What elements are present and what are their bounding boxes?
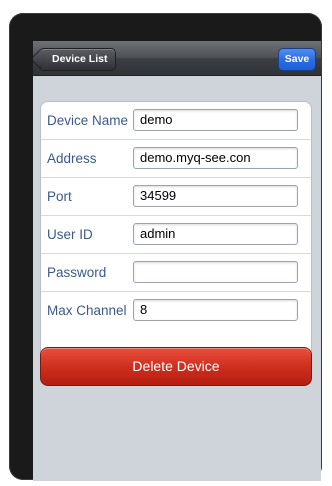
- user-id-input[interactable]: admin: [133, 223, 298, 245]
- user-id-label: User ID: [47, 227, 93, 242]
- user-id-row: User ID admin: [41, 216, 311, 254]
- device-name-label: Device Name: [47, 113, 129, 128]
- screen: Device List Save Device Name demo Addres…: [33, 41, 321, 481]
- max-channel-label: Max Channel: [47, 303, 127, 318]
- port-input[interactable]: 34599: [133, 185, 298, 207]
- save-button[interactable]: Save: [278, 48, 316, 71]
- device-frame: Device List Save Device Name demo Addres…: [9, 13, 322, 481]
- max-channel-input[interactable]: 8: [133, 299, 298, 321]
- delete-device-button[interactable]: Delete Device: [40, 347, 312, 386]
- device-form: Device Name demo Address demo.myq-see.co…: [40, 101, 312, 368]
- address-row: Address demo.myq-see.con: [41, 140, 311, 178]
- port-label: Port: [47, 189, 72, 204]
- navigation-bar: Device List Save: [33, 41, 321, 76]
- device-name-input[interactable]: demo: [133, 109, 298, 131]
- device-name-row: Device Name demo: [41, 102, 311, 140]
- port-row: Port 34599: [41, 178, 311, 216]
- back-button[interactable]: Device List: [39, 48, 117, 71]
- max-channel-row: Max Channel 8: [41, 292, 311, 329]
- password-label: Password: [47, 265, 107, 280]
- password-row: Password: [41, 254, 311, 292]
- address-label: Address: [47, 151, 97, 166]
- password-input[interactable]: [133, 261, 298, 283]
- address-input[interactable]: demo.myq-see.con: [133, 147, 298, 169]
